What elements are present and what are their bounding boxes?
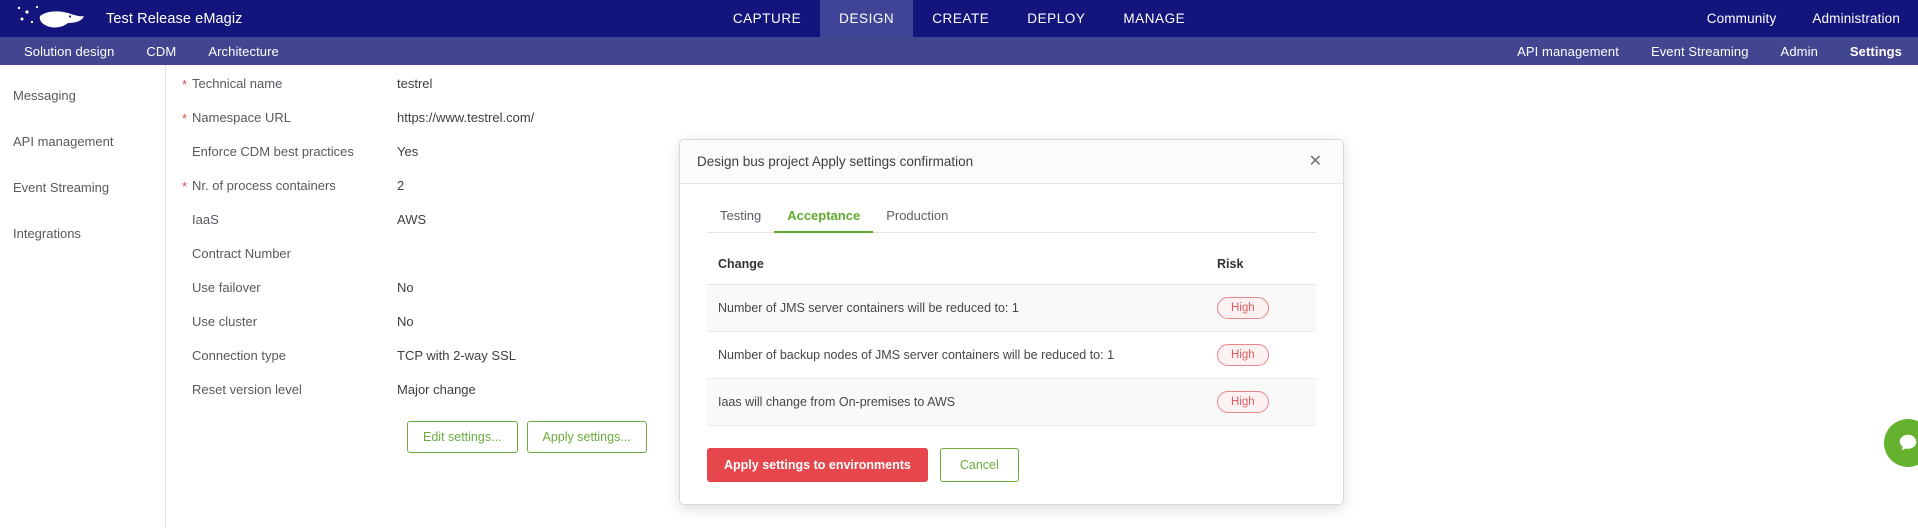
cancel-button[interactable]: Cancel bbox=[939, 448, 1019, 482]
subnav-item-cdm[interactable]: CDM bbox=[130, 37, 192, 65]
change-description: Number of JMS server containers will be … bbox=[707, 284, 1206, 332]
required-asterisk-icon: * bbox=[182, 111, 188, 126]
field-label-text: Connection type bbox=[192, 348, 286, 363]
primary-nav-item-deploy[interactable]: DEPLOY bbox=[1008, 0, 1104, 37]
field-label: * Technical name bbox=[182, 75, 397, 93]
form-row: * Technical name testrel bbox=[166, 75, 1918, 109]
field-value: 2 bbox=[397, 178, 405, 193]
table-row: Iaas will change from On-premises to AWS… bbox=[707, 378, 1316, 426]
required-asterisk-icon: * bbox=[182, 179, 188, 194]
dialog-header: Design bus project Apply settings confir… bbox=[680, 140, 1343, 184]
dialog-body: Testing Acceptance Production Change Risk … bbox=[680, 184, 1343, 426]
field-label-text: Contract Number bbox=[192, 246, 291, 261]
tab-production[interactable]: Production bbox=[873, 202, 961, 232]
apply-settings-confirmation-dialog: Design bus project Apply settings confir… bbox=[679, 139, 1344, 505]
whale-logo-icon bbox=[10, 4, 88, 34]
field-label: Use failover bbox=[182, 279, 397, 297]
field-value: No bbox=[397, 314, 414, 329]
sidebar: Messaging API management Event Streaming In… bbox=[0, 65, 166, 528]
field-label: IaaS bbox=[182, 211, 397, 229]
risk-badge: High bbox=[1217, 297, 1269, 319]
subnav-item-api-management[interactable]: API management bbox=[1501, 37, 1635, 65]
tab-acceptance[interactable]: Acceptance bbox=[774, 202, 874, 233]
primary-nav-item-capture[interactable]: CAPTURE bbox=[714, 0, 820, 37]
field-label-text: IaaS bbox=[192, 212, 219, 227]
top-nav-administration[interactable]: Administration bbox=[1794, 0, 1918, 37]
changes-table: Change Risk Number of JMS server contain… bbox=[707, 249, 1316, 426]
dialog-title: Design bus project Apply settings confir… bbox=[697, 154, 974, 169]
field-label: * Namespace URL bbox=[182, 109, 397, 127]
field-label: Enforce CDM best practices bbox=[182, 143, 397, 161]
field-value: Major change bbox=[397, 382, 476, 397]
change-description: Number of backup nodes of JMS server con… bbox=[707, 331, 1206, 379]
field-label-text: Use failover bbox=[192, 280, 261, 295]
column-header-risk: Risk bbox=[1206, 249, 1316, 285]
primary-nav-item-manage[interactable]: MANAGE bbox=[1104, 0, 1204, 37]
field-label: Contract Number bbox=[182, 245, 397, 263]
subnav-item-solution-design[interactable]: Solution design bbox=[8, 37, 130, 65]
app-root: Test Release eMagiz CAPTURE DESIGN CREATE D… bbox=[0, 0, 1918, 528]
field-value: https://www.testrel.com/ bbox=[397, 110, 535, 125]
apply-settings-to-environments-button[interactable]: Apply settings to environments bbox=[707, 448, 928, 482]
field-label-text: Nr. of process containers bbox=[192, 178, 336, 193]
top-right-nav: Community Administration bbox=[1689, 0, 1918, 37]
edit-settings-button[interactable]: Edit settings... bbox=[407, 421, 518, 453]
field-value: No bbox=[397, 280, 414, 295]
field-label: Use cluster bbox=[182, 313, 397, 331]
brand: Test Release eMagiz bbox=[0, 0, 243, 37]
top-navigation-bar: Test Release eMagiz CAPTURE DESIGN CREATE D… bbox=[0, 0, 1918, 37]
close-icon[interactable]: ✕ bbox=[1305, 152, 1326, 172]
sidebar-item-event-streaming[interactable]: Event Streaming bbox=[0, 171, 165, 204]
change-description: Iaas will change from On-premises to AWS bbox=[707, 378, 1206, 426]
apply-settings-button[interactable]: Apply settings... bbox=[526, 421, 647, 453]
app-title: Test Release eMagiz bbox=[106, 10, 243, 27]
risk-cell: High bbox=[1206, 378, 1316, 426]
field-label-text: Use cluster bbox=[192, 314, 258, 329]
field-label: Connection type bbox=[182, 347, 397, 365]
field-label-text: Namespace URL bbox=[192, 110, 291, 125]
secondary-nav-right: API management Event Streaming Admin Settin… bbox=[1501, 37, 1918, 65]
field-label: Reset version level bbox=[182, 381, 397, 399]
subnav-item-admin[interactable]: Admin bbox=[1765, 37, 1834, 65]
field-value: testrel bbox=[397, 76, 433, 91]
subnav-item-event-streaming[interactable]: Event Streaming bbox=[1635, 37, 1765, 65]
primary-nav-item-design[interactable]: DESIGN bbox=[820, 0, 914, 37]
field-label-text: Technical name bbox=[192, 76, 283, 91]
dialog-footer: Apply settings to environments Cancel bbox=[680, 426, 1343, 504]
column-header-change: Change bbox=[707, 249, 1206, 285]
table-row: Number of backup nodes of JMS server con… bbox=[707, 331, 1316, 379]
secondary-nav-left: Solution design CDM Architecture bbox=[8, 37, 295, 65]
subnav-item-settings[interactable]: Settings bbox=[1834, 37, 1918, 65]
risk-cell: High bbox=[1206, 284, 1316, 332]
sidebar-item-api-management[interactable]: API management bbox=[0, 125, 165, 158]
field-label-text: Reset version level bbox=[192, 382, 302, 397]
risk-badge: High bbox=[1217, 344, 1269, 366]
field-label: * Nr. of process containers bbox=[182, 177, 397, 195]
primary-nav: CAPTURE DESIGN CREATE DEPLOY MANAGE bbox=[0, 0, 1918, 37]
field-label-text: Enforce CDM best practices bbox=[192, 144, 354, 159]
field-value: Yes bbox=[397, 144, 419, 159]
field-value: TCP with 2-way SSL bbox=[397, 348, 516, 363]
table-header-row: Change Risk bbox=[707, 249, 1316, 285]
form-row: * Namespace URL https://www.testrel.com/ bbox=[166, 109, 1918, 143]
environment-tabs: Testing Acceptance Production bbox=[707, 202, 1316, 233]
tab-testing[interactable]: Testing bbox=[707, 202, 774, 232]
field-value: AWS bbox=[397, 212, 427, 227]
primary-nav-item-create[interactable]: CREATE bbox=[913, 0, 1008, 37]
required-asterisk-icon: * bbox=[182, 77, 188, 92]
sidebar-item-messaging[interactable]: Messaging bbox=[0, 79, 165, 112]
risk-badge: High bbox=[1217, 391, 1269, 413]
top-nav-community[interactable]: Community bbox=[1689, 0, 1795, 37]
sidebar-item-integrations[interactable]: Integrations bbox=[0, 217, 165, 250]
subnav-item-architecture[interactable]: Architecture bbox=[192, 37, 295, 65]
table-row: Number of JMS server containers will be … bbox=[707, 284, 1316, 332]
risk-cell: High bbox=[1206, 331, 1316, 379]
secondary-navigation-bar: Solution design CDM Architecture API manag… bbox=[0, 37, 1918, 65]
